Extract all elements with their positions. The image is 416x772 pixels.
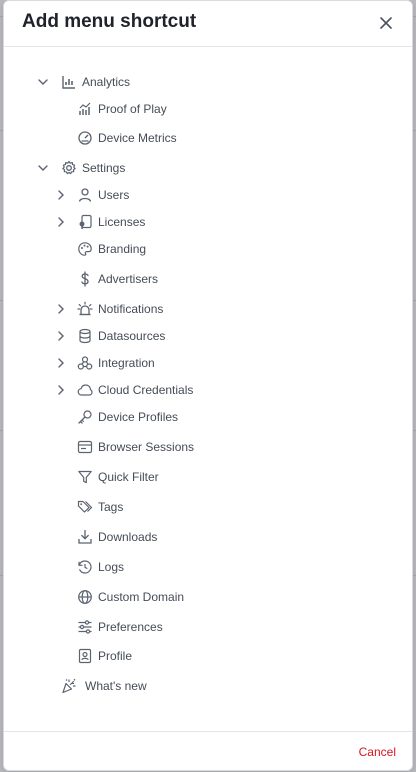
chevron-right-icon[interactable]: [54, 302, 68, 316]
tree-item-label: Preferences: [98, 620, 163, 634]
globe-icon: [76, 588, 94, 606]
chevron-right-icon[interactable]: [54, 188, 68, 202]
tree-item-settings[interactable]: Settings: [36, 156, 376, 180]
tree-item-profile[interactable]: Profile: [76, 644, 376, 668]
tree-item-users[interactable]: Users: [54, 183, 376, 207]
chevron-down-icon[interactable]: [36, 75, 50, 89]
close-button[interactable]: [375, 12, 397, 34]
dialog-footer: Cancel: [4, 731, 412, 772]
tree-item-label: Licenses: [98, 215, 146, 229]
database-icon: [76, 327, 94, 345]
contact-card-icon: [76, 647, 94, 665]
cancel-button[interactable]: Cancel: [359, 745, 396, 759]
license-key-icon: [76, 213, 94, 231]
tree-item-label: Proof of Play: [98, 102, 167, 116]
tree-item-label: Users: [98, 188, 130, 202]
tree-item-advertisers[interactable]: Advertisers: [76, 267, 376, 291]
tree-item-label: Branding: [98, 242, 147, 256]
key-icon: [76, 408, 94, 426]
history-icon: [76, 558, 94, 576]
gear-icon: [60, 159, 78, 177]
chevron-right-icon[interactable]: [54, 329, 68, 343]
party-popper-icon: [60, 677, 78, 695]
tree-item-device-metrics[interactable]: Device Metrics: [76, 126, 376, 150]
tree-item-quick-filter[interactable]: Quick Filter: [76, 465, 376, 489]
webhook-icon: [76, 354, 94, 372]
tree-item-label: What's new: [85, 679, 147, 693]
tree-item-label: Advertisers: [98, 272, 159, 286]
tree-item-label: Notifications: [98, 302, 164, 316]
tree-item-notifications[interactable]: Notifications: [54, 297, 376, 321]
tree-item-licenses[interactable]: Licenses: [54, 210, 376, 234]
tags-icon: [76, 498, 94, 516]
tree-item-label: Analytics: [82, 75, 131, 89]
dollar-icon: [76, 270, 94, 288]
tree-item-tags[interactable]: Tags: [76, 495, 376, 519]
chevron-right-icon[interactable]: [54, 215, 68, 229]
tree-item-browser-sessions[interactable]: Browser Sessions: [76, 435, 376, 459]
tree-item-label: Integration: [98, 356, 155, 370]
cloud-icon: [76, 381, 94, 399]
tree-item-label: Downloads: [98, 530, 158, 544]
user-icon: [76, 186, 94, 204]
tree-item-label: Logs: [98, 560, 125, 574]
filter-icon: [76, 468, 94, 486]
add-menu-shortcut-dialog: Add menu shortcut Analytics Proof of Pla…: [3, 0, 413, 771]
sliders-icon: [76, 618, 94, 636]
tree-item-proof-of-play[interactable]: Proof of Play: [76, 97, 376, 121]
siren-icon: [76, 300, 94, 318]
tree-item-logs[interactable]: Logs: [76, 555, 376, 579]
bar-chart-icon: [60, 73, 78, 91]
tree-item-cloud-credentials[interactable]: Cloud Credentials: [54, 378, 376, 402]
tree-item-label: Quick Filter: [98, 470, 159, 484]
tree-item-device-profiles[interactable]: Device Profiles: [76, 405, 376, 429]
tree-item-label: Tags: [98, 500, 124, 514]
palette-icon: [76, 240, 94, 258]
chevron-right-icon[interactable]: [54, 356, 68, 370]
chevron-right-icon[interactable]: [54, 383, 68, 397]
tree-item-label: Datasources: [98, 329, 166, 343]
chevron-down-icon[interactable]: [36, 161, 50, 175]
tree-item-label: Profile: [98, 649, 133, 663]
chart-icon: [76, 100, 94, 118]
gauge-icon: [76, 129, 94, 147]
dialog-title: Add menu shortcut: [22, 11, 197, 32]
tree-item-label: Device Metrics: [98, 131, 177, 145]
download-icon: [76, 528, 94, 546]
tree-item-label: Settings: [82, 161, 126, 175]
tree-item-branding[interactable]: Branding: [76, 237, 376, 261]
tree-item-analytics[interactable]: Analytics: [36, 70, 376, 94]
tree-item-label: Cloud Credentials: [98, 383, 194, 397]
tree-item-preferences[interactable]: Preferences: [76, 615, 376, 639]
tree-item-integration[interactable]: Integration: [54, 351, 376, 375]
tree-item-label: Custom Domain: [98, 590, 185, 604]
browser-window-icon: [76, 438, 94, 456]
dialog-header: Add menu shortcut: [4, 1, 412, 47]
x-icon: [380, 17, 392, 29]
tree-item-custom-domain[interactable]: Custom Domain: [76, 585, 376, 609]
tree-item-label: Device Profiles: [98, 410, 179, 424]
tree-item-whats-new[interactable]: What's new: [60, 674, 376, 698]
tree-item-label: Browser Sessions: [98, 440, 195, 454]
tree-item-downloads[interactable]: Downloads: [76, 525, 376, 549]
tree-item-datasources[interactable]: Datasources: [54, 324, 376, 348]
